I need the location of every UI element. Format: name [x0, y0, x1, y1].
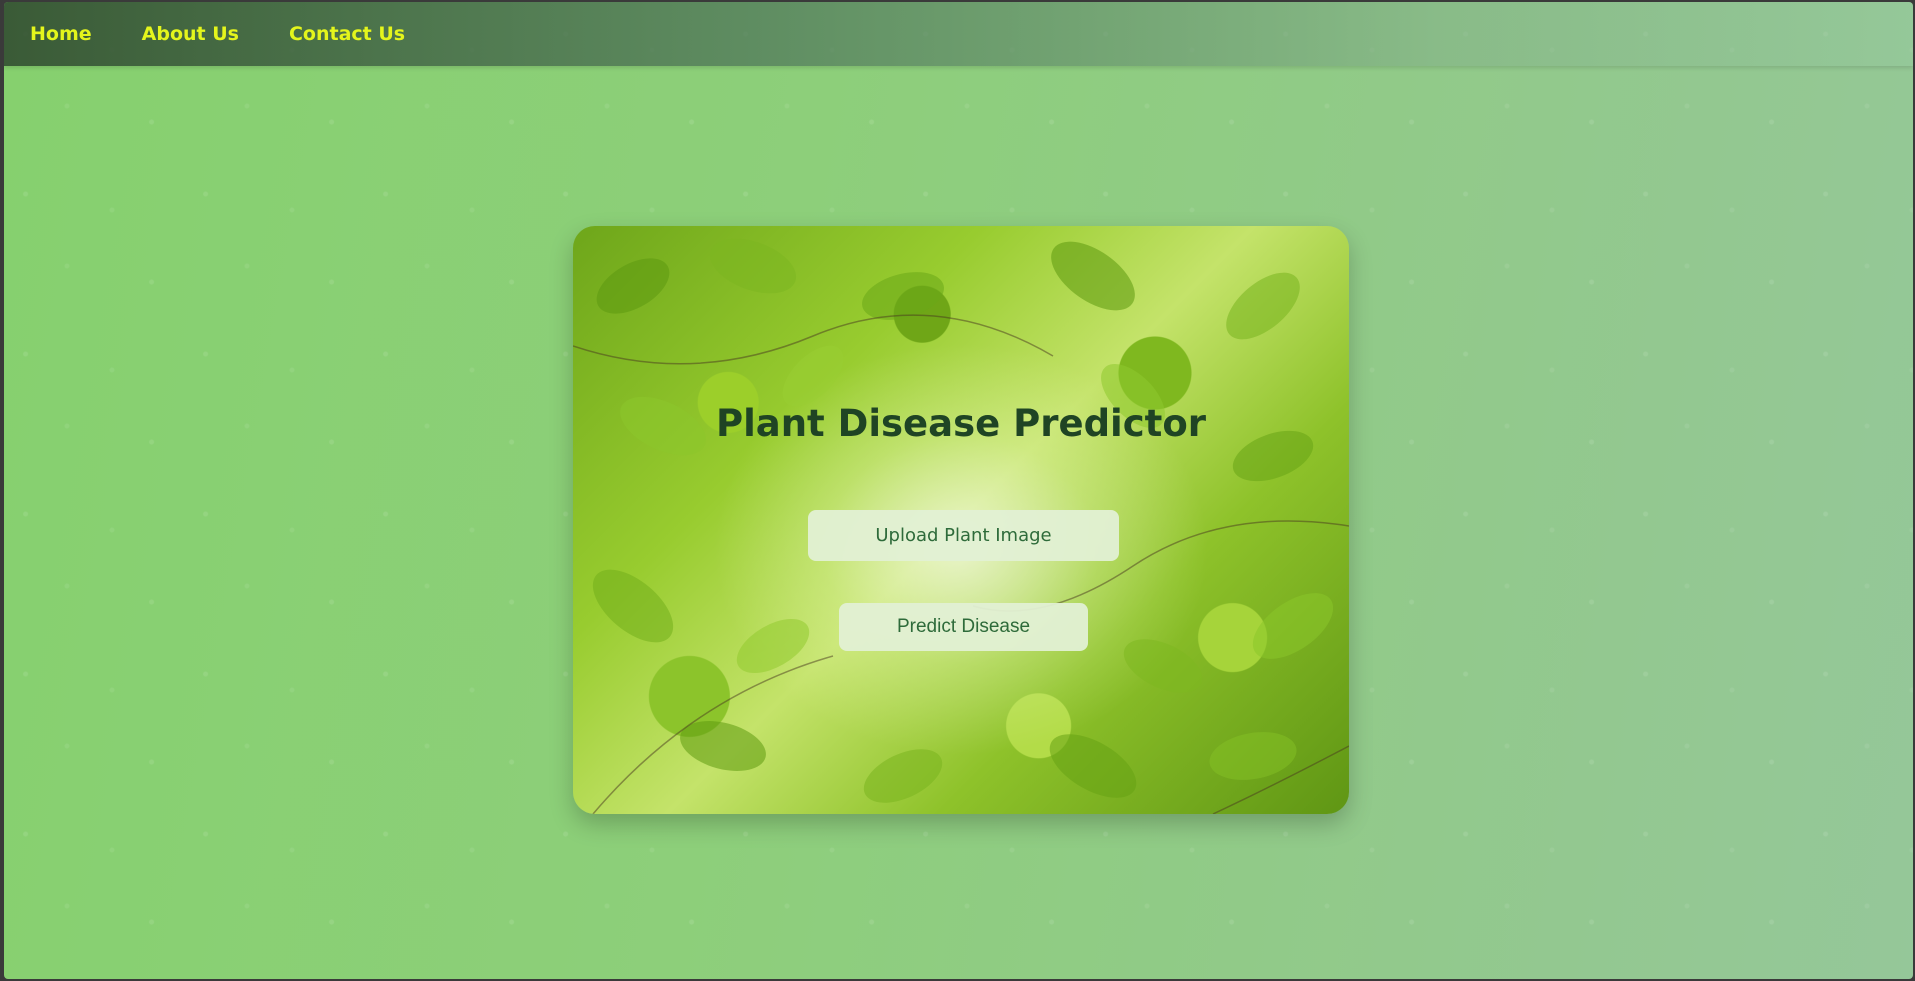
top-navbar: Home About Us Contact Us: [4, 2, 1913, 66]
upload-plant-image-button[interactable]: Upload Plant Image: [808, 510, 1119, 561]
page-title: Plant Disease Predictor: [715, 402, 1207, 445]
predictor-card: Plant Disease Predictor Upload Plant Ima…: [573, 226, 1349, 814]
predict-disease-button[interactable]: Predict Disease: [839, 603, 1088, 651]
nav-about-link[interactable]: About Us: [142, 23, 239, 45]
app-window: Home About Us Contact Us Plant Disease P…: [4, 2, 1913, 979]
card-content: Plant Disease Predictor Upload Plant Ima…: [573, 226, 1349, 814]
nav-contact-link[interactable]: Contact Us: [289, 23, 405, 45]
nav-home-link[interactable]: Home: [30, 23, 92, 45]
